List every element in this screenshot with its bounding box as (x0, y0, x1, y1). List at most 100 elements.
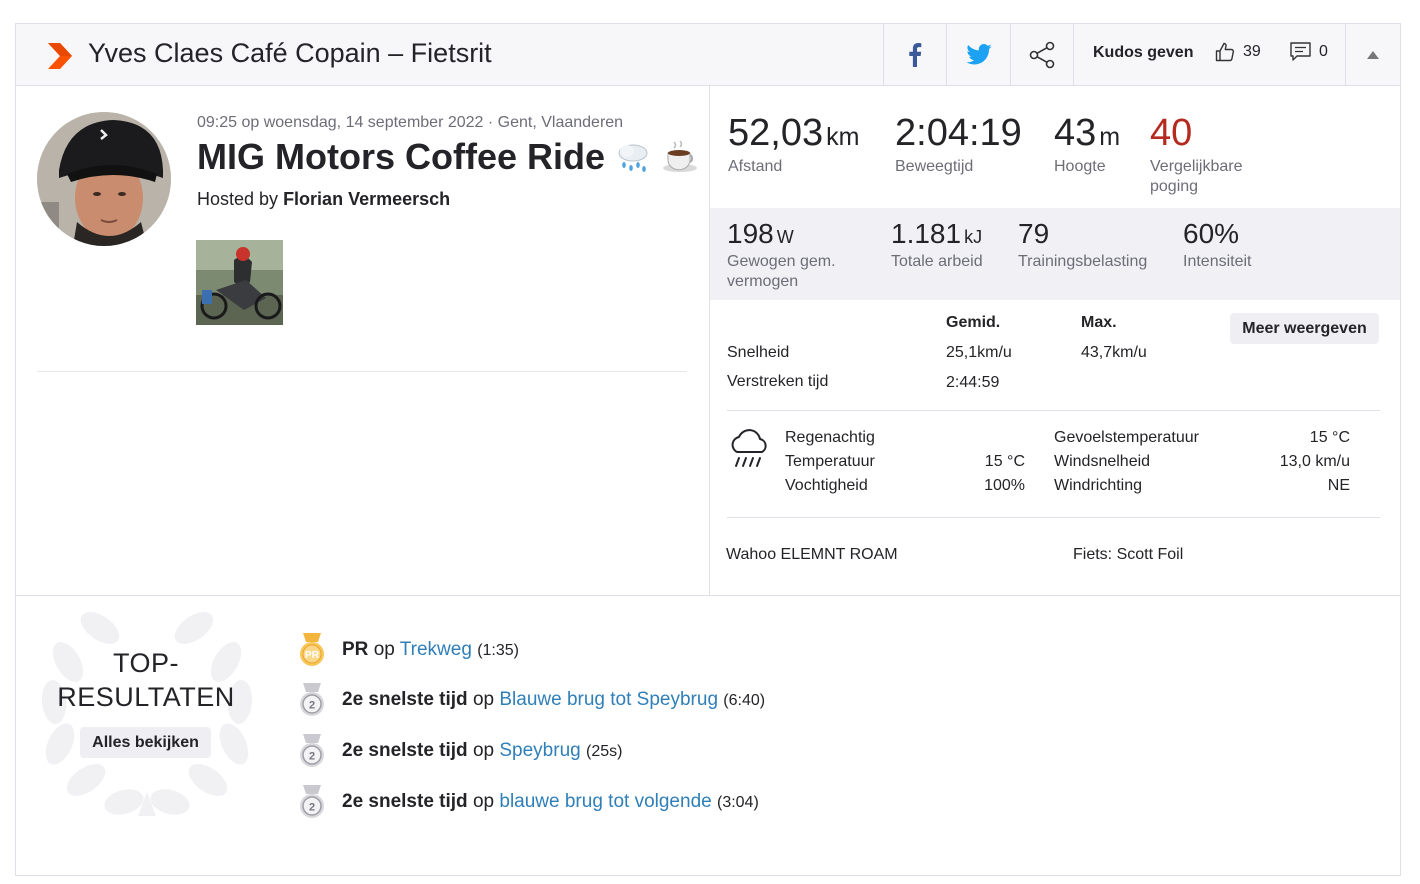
sport-type-icon (48, 43, 72, 69)
stat-elevation-value: 43 (1054, 112, 1097, 154)
stat-elevation-label: Hoogte (1054, 158, 1106, 175)
stat-moving-time-value: 2:04:19 (895, 112, 1022, 154)
share-twitter-button[interactable] (946, 24, 1010, 85)
medal-rank: 2 (309, 700, 315, 712)
hosted-by: Hosted by Florian Vermeersch (197, 189, 450, 210)
avatar[interactable] (37, 112, 171, 246)
medal-rank: 2 (309, 802, 315, 814)
kudos-count[interactable]: 39 (1215, 42, 1261, 62)
activity-date-location: 09:25 op woensdag, 14 september 2022 · G… (197, 114, 624, 131)
silver-medal-icon: 2 (300, 683, 324, 716)
weather-feels-value: 15 °C (1309, 429, 1350, 446)
twitter-icon (965, 44, 992, 65)
weather-wind-dir-label: Windrichting (1054, 477, 1143, 494)
stat-weighted-power-unit: W (776, 227, 794, 247)
activity-stats: 52,03 km Afstand 2:04:19 Beweegtijd 43 m H… (710, 86, 1400, 595)
col-avg-header: Gemid. (946, 314, 1001, 331)
achievement-item: 2 2e snelste tijd op Speybrug (25s) (298, 733, 622, 769)
comment-count[interactable]: 0 (1290, 42, 1328, 61)
pr-medal-label: PR (305, 650, 320, 661)
weather-humidity-label: Vochtigheid (785, 477, 868, 494)
coffee-emoji-icon (663, 140, 698, 172)
rain-cloud-emoji-icon (618, 144, 648, 172)
segment-link[interactable]: Blauwe brug tot Speybrug (499, 689, 718, 710)
header-title: Yves Claes Café Copain – Fietsrit (88, 38, 492, 68)
silver-medal-icon: 2 (300, 785, 324, 818)
activity-details: 09:25 op woensdag, 14 september 2022 · G… (16, 86, 710, 595)
weather-humidity-value: 100% (984, 477, 1025, 494)
segment-time: (25s) (586, 743, 623, 760)
stat-weighted-power-label-1: Gewogen gem. (727, 253, 836, 270)
stat-relative-effort-value: 40 (1150, 112, 1193, 154)
give-kudos-button[interactable]: Kudos geven (1093, 44, 1193, 62)
activity-photo[interactable] (196, 240, 283, 325)
view-all-button[interactable]: Alles bekijken (80, 727, 211, 758)
stat-training-load: 79 Trainingsbelasting (1018, 218, 1147, 272)
segment-link[interactable]: Trekweg (400, 639, 472, 660)
stat-distance-label: Afstand (728, 158, 783, 175)
facebook-icon (909, 42, 922, 67)
achievement-type: 2e snelste tijd (342, 791, 468, 812)
stat-total-work: 1.181 kJ Totale arbeid (891, 218, 983, 272)
stat-training-load-value: 79 (1018, 218, 1050, 249)
stat-relative-effort[interactable]: 40 Vergelijkbare poging (1150, 112, 1243, 197)
comment-count-value: 0 (1319, 42, 1328, 60)
stat-relative-effort-label-2: poging (1150, 178, 1199, 195)
weather-wind-speed-value: 13,0 km/u (1279, 453, 1350, 470)
achievement-connector: op (472, 740, 495, 761)
activity-header: Yves Claes Café Copain – Fietsrit Kudos … (16, 24, 1400, 86)
weather-wind-speed-label: Windsnelheid (1054, 453, 1151, 470)
row-elapsed-label: Verstreken tijd (727, 373, 829, 390)
stat-intensity-value: 60% (1183, 218, 1240, 249)
weather-temp-label: Temperatuur (785, 453, 875, 470)
bike-name: Fiets: Scott Foil (1073, 546, 1184, 563)
segment-link[interactable]: Speybrug (499, 740, 580, 761)
stat-intensity-label: Intensiteit (1183, 253, 1252, 270)
stat-intensity: 60% Intensiteit (1183, 218, 1251, 272)
share-facebook-button[interactable] (883, 24, 946, 85)
share-icon (1029, 41, 1055, 68)
stat-relative-effort-label-1: Vergelijkbare (1150, 158, 1243, 175)
segment-time: (3:04) (716, 794, 759, 811)
collapse-button[interactable] (1345, 24, 1400, 85)
row-speed-max: 43,7km/u (1081, 344, 1147, 361)
weather-condition: Regenachtig (785, 429, 875, 446)
stat-training-load-label: Trainingsbelasting (1018, 253, 1148, 270)
achievement-item: 2 2e snelste tijd op blauwe brug tot vol… (298, 784, 759, 820)
segment-link[interactable]: blauwe brug tot volgende (499, 791, 711, 812)
activity-photo-image (196, 240, 283, 325)
divider (727, 410, 1380, 411)
thumbs-up-icon (1215, 42, 1235, 62)
stat-elevation: 43 m Hoogte (1054, 112, 1120, 177)
share-button[interactable] (1010, 24, 1073, 85)
medal-rank: 2 (309, 751, 315, 763)
col-max-header: Max. (1081, 314, 1117, 331)
host-name-link[interactable]: Florian Vermeersch (283, 189, 450, 209)
stat-distance-value: 52,03 (728, 112, 824, 154)
top-results-title-2: RESULTATEN (57, 682, 235, 712)
achievement-type: 2e snelste tijd (342, 740, 468, 761)
achievement-type: 2e snelste tijd (342, 689, 468, 710)
stat-total-work-value: 1.181 (891, 218, 962, 249)
avatar-image (37, 112, 171, 246)
comment-icon (1290, 42, 1311, 61)
kudos-count-value: 39 (1243, 43, 1261, 60)
achievement-type: PR (342, 639, 369, 660)
top-results-title-1: TOP- (112, 648, 179, 678)
stat-moving-time-label: Beweegtijd (895, 158, 974, 175)
stat-weighted-power: 198 W Gewogen gem. vermogen (727, 218, 836, 292)
achievement-item: PR PR op Trekweg (1:35) (298, 632, 519, 668)
stat-total-work-unit: kJ (964, 227, 983, 247)
achievement-item: 2 2e snelste tijd op Blauwe brug tot Spe… (298, 682, 765, 718)
silver-medal-icon: 2 (300, 734, 324, 767)
secondary-stats-band: 198 W Gewogen gem. vermogen 1.181 kJ Totale… (710, 208, 1400, 300)
segment-time: (6:40) (723, 692, 766, 709)
top-results: TOP- RESULTATEN Alles bekijken PR PR op … (16, 595, 1400, 875)
show-more-button[interactable]: Meer weergeven (1230, 313, 1379, 344)
stat-elevation-unit: m (1099, 123, 1121, 151)
hosted-by-prefix: Hosted by (197, 189, 279, 209)
weather-temp-value: 15 °C (984, 453, 1025, 470)
activity-title-text: MIG Motors Coffee Ride (197, 136, 606, 177)
achievement-connector: op (472, 689, 495, 710)
divider (727, 517, 1380, 518)
